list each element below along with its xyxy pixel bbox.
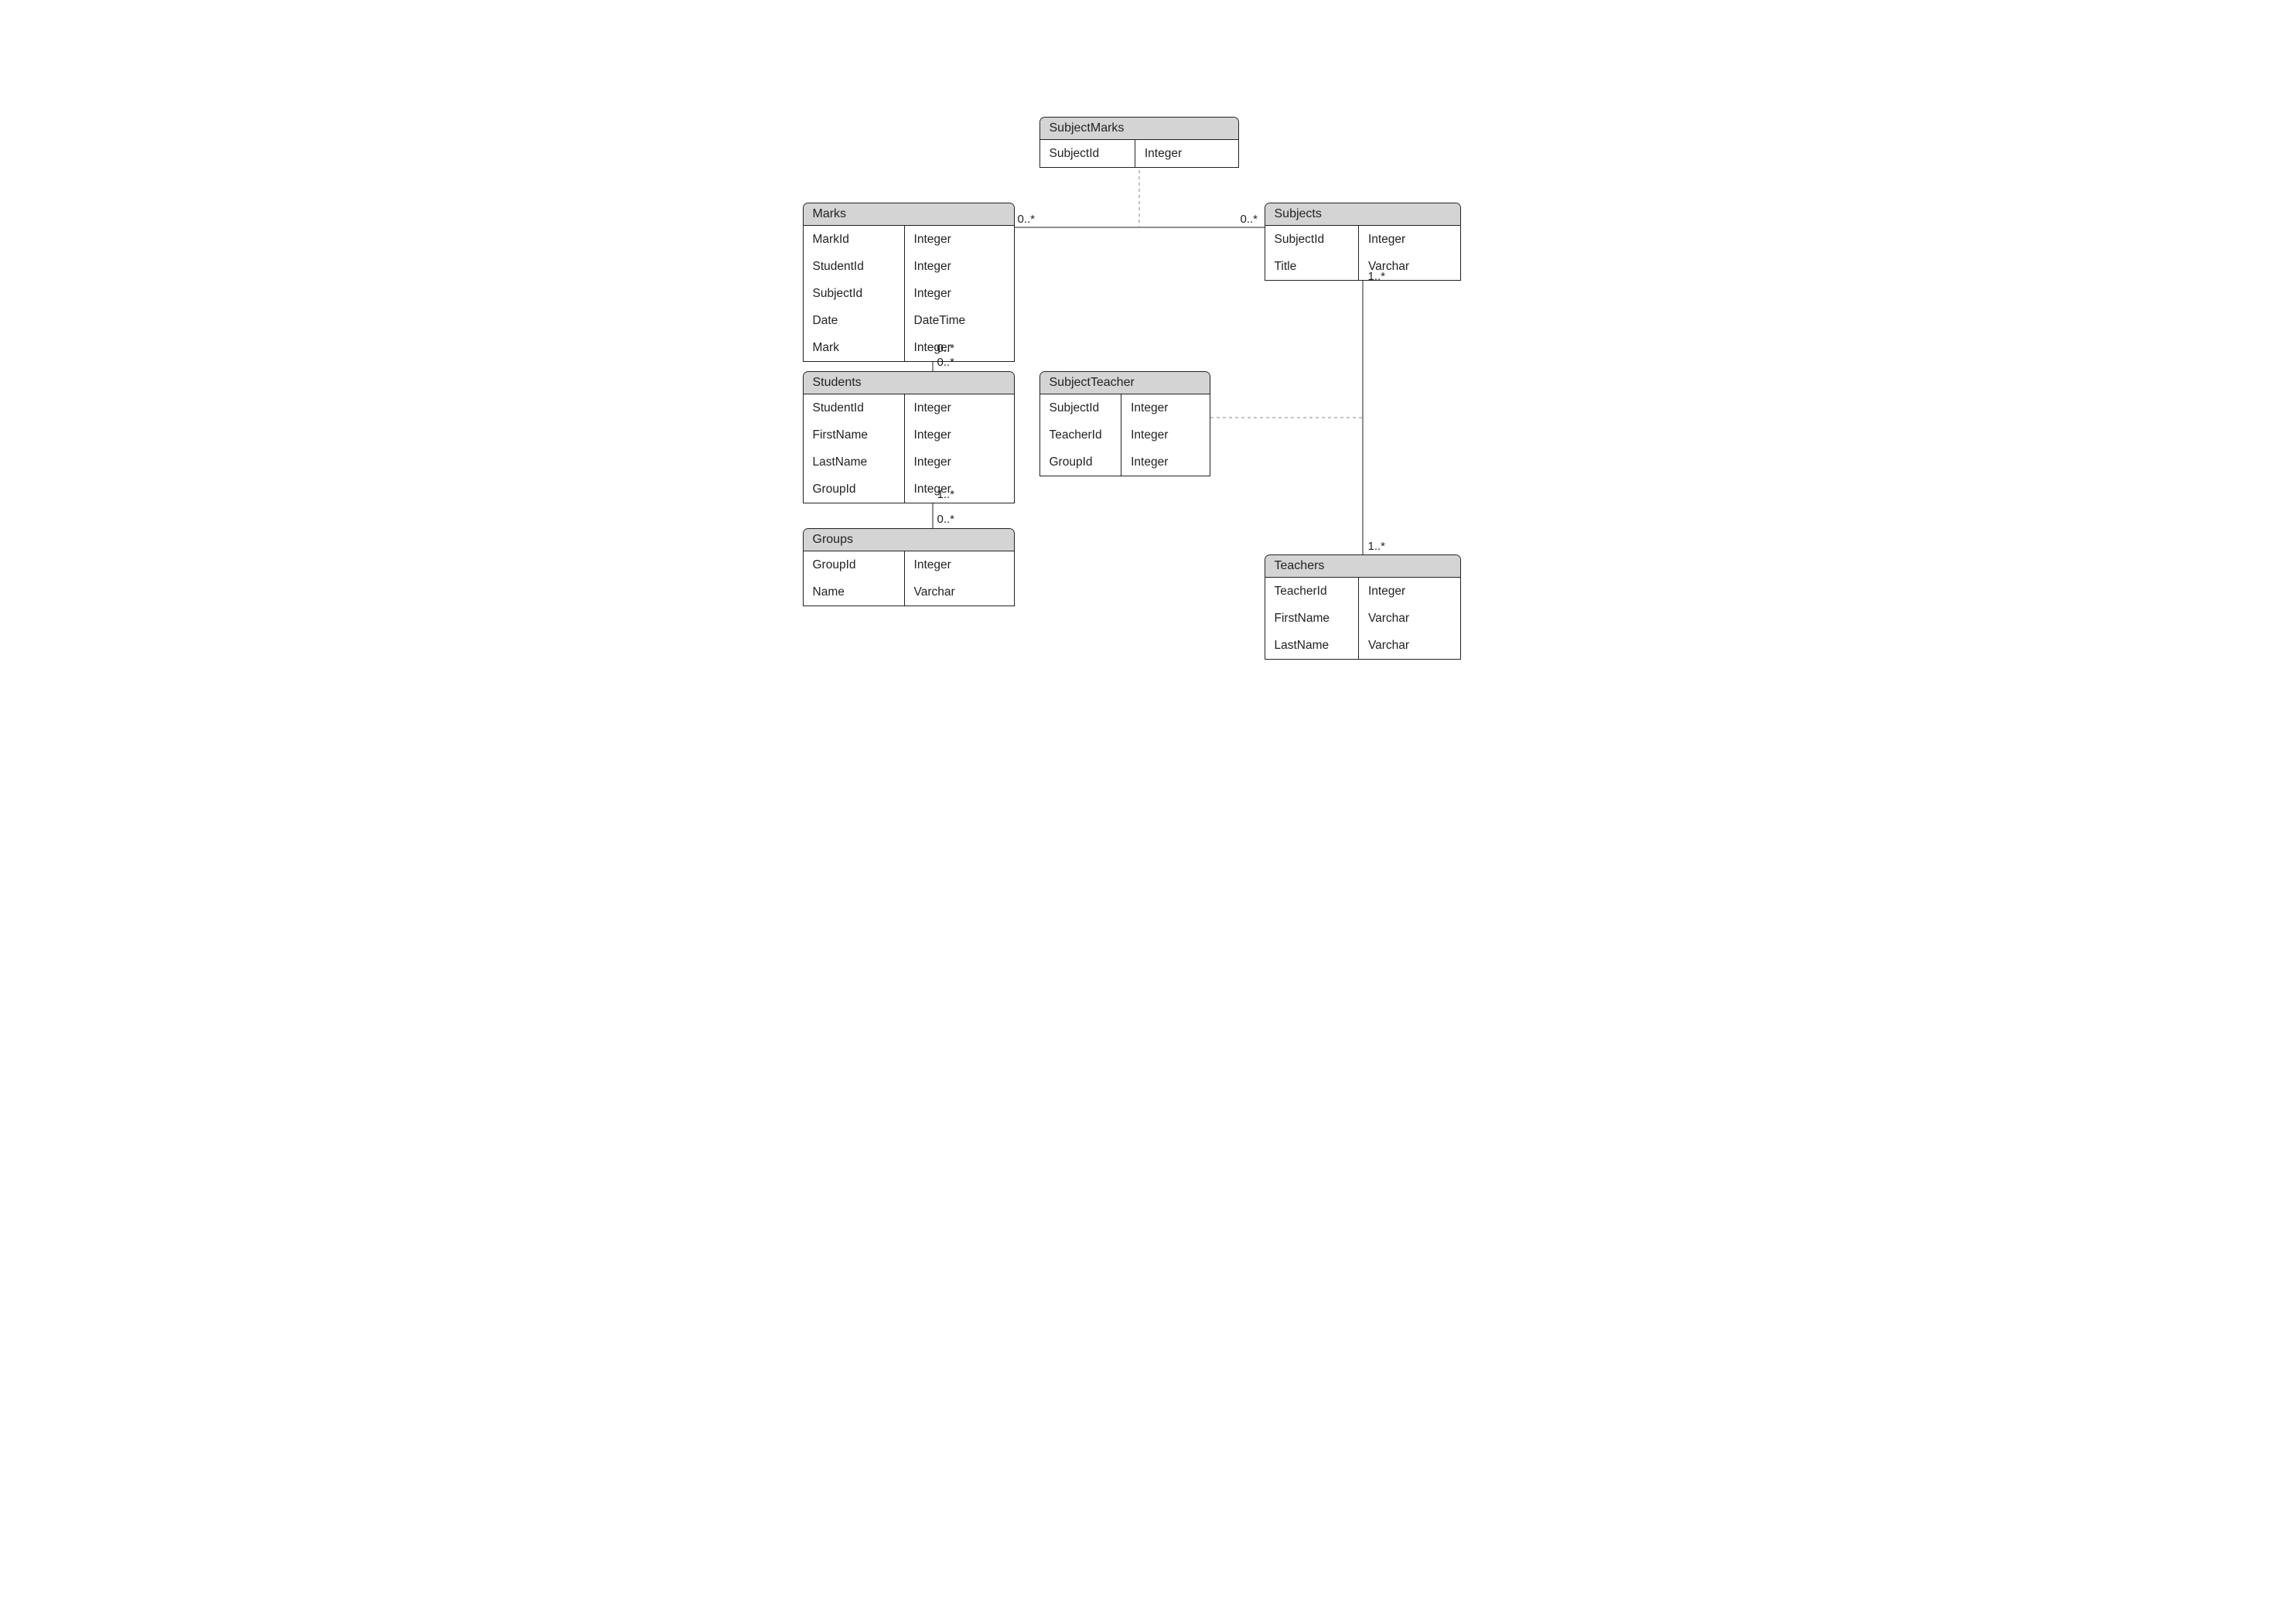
field-name: Title — [1265, 254, 1359, 281]
field-type: Varchar — [1358, 633, 1459, 660]
field-type: Varchar — [904, 579, 1013, 606]
entity-title: Marks — [804, 203, 1014, 226]
entity-title: Teachers — [1265, 555, 1460, 578]
field-type: Integer — [904, 335, 1013, 362]
field-type: Integer — [1358, 227, 1459, 254]
entity-groups: Groups GroupIdInteger NameVarchar — [803, 528, 1015, 606]
field-type: Integer — [1121, 449, 1210, 476]
field-row: FirstNameInteger — [804, 422, 1014, 449]
field-name: SubjectId — [804, 281, 905, 308]
entity-marks: Marks MarkIdInteger StudentIdInteger Sub… — [803, 203, 1015, 362]
field-row: LastNameInteger — [804, 449, 1014, 476]
field-type: Integer — [1135, 141, 1237, 168]
field-type: Integer — [904, 395, 1013, 422]
field-name: TeacherId — [1040, 422, 1121, 449]
field-name: FirstName — [1265, 606, 1359, 633]
entity-title: Students — [804, 372, 1014, 394]
field-name: MarkId — [804, 227, 905, 254]
multiplicity-label: 0..* — [937, 513, 955, 526]
multiplicity-label: 0..* — [937, 342, 955, 355]
multiplicity-label: 0..* — [1018, 213, 1036, 226]
field-name: FirstName — [804, 422, 905, 449]
multiplicity-label: 0..* — [937, 356, 955, 369]
entity-title: SubjectTeacher — [1040, 372, 1210, 394]
field-row: SubjectIdInteger — [1040, 395, 1210, 422]
field-name: Name — [804, 579, 905, 606]
multiplicity-label: 0..* — [1241, 213, 1258, 226]
entity-title: Groups — [804, 529, 1014, 551]
field-row: DateDateTime — [804, 308, 1014, 335]
field-type: DateTime — [904, 308, 1013, 335]
field-name: TeacherId — [1265, 578, 1359, 606]
field-name: SubjectId — [1040, 395, 1121, 422]
field-name: GroupId — [804, 552, 905, 579]
field-name: SubjectId — [1040, 141, 1135, 168]
entity-teachers: Teachers TeacherIdInteger FirstNameVarch… — [1265, 554, 1461, 660]
field-type: Integer — [1121, 422, 1210, 449]
field-row: TitleVarchar — [1265, 254, 1460, 281]
field-type: Integer — [904, 449, 1013, 476]
entity-title: SubjectMarks — [1040, 118, 1238, 140]
field-name: Mark — [804, 335, 905, 362]
entity-subject-marks: SubjectMarks SubjectId Integer — [1039, 117, 1239, 168]
field-type: Integer — [904, 281, 1013, 308]
field-name: LastName — [1265, 633, 1359, 660]
field-name: StudentId — [804, 395, 905, 422]
field-type: Integer — [904, 254, 1013, 281]
field-row: MarkInteger — [804, 335, 1014, 362]
field-name: GroupId — [1040, 449, 1121, 476]
field-row: SubjectIdInteger — [1265, 227, 1460, 254]
entity-title: Subjects — [1265, 203, 1460, 226]
field-row: GroupIdInteger — [1040, 449, 1210, 476]
field-name: LastName — [804, 449, 905, 476]
field-row: FirstNameVarchar — [1265, 606, 1460, 633]
field-name: Date — [804, 308, 905, 335]
field-type: Integer — [1121, 395, 1210, 422]
multiplicity-label: 1..* — [937, 488, 955, 501]
entity-subject-teacher: SubjectTeacher SubjectIdInteger TeacherI… — [1039, 371, 1210, 476]
field-type: Integer — [904, 476, 1013, 503]
multiplicity-label: 1..* — [1368, 540, 1386, 553]
field-row: TeacherIdInteger — [1040, 422, 1210, 449]
field-row: SubjectIdInteger — [804, 281, 1014, 308]
entity-students: Students StudentIdInteger FirstNameInteg… — [803, 371, 1015, 503]
field-name: GroupId — [804, 476, 905, 503]
field-row: TeacherIdInteger — [1265, 578, 1460, 606]
entity-subjects: Subjects SubjectIdInteger TitleVarchar — [1265, 203, 1461, 281]
field-type: Integer — [904, 422, 1013, 449]
er-diagram-canvas: SubjectMarks SubjectId Integer Marks Mar… — [574, 0, 1721, 812]
field-name: SubjectId — [1265, 227, 1359, 254]
field-row: StudentIdInteger — [804, 254, 1014, 281]
field-row: MarkIdInteger — [804, 227, 1014, 254]
field-type: Integer — [904, 552, 1013, 579]
field-row: GroupIdInteger — [804, 476, 1014, 503]
field-row: StudentIdInteger — [804, 395, 1014, 422]
multiplicity-label: 1..* — [1368, 270, 1386, 283]
field-type: Integer — [1358, 578, 1459, 606]
field-type: Varchar — [1358, 606, 1459, 633]
field-name: StudentId — [804, 254, 905, 281]
field-row: SubjectId Integer — [1040, 141, 1238, 168]
field-row: GroupIdInteger — [804, 552, 1014, 579]
field-type: Integer — [904, 227, 1013, 254]
field-row: LastNameVarchar — [1265, 633, 1460, 660]
field-row: NameVarchar — [804, 579, 1014, 606]
